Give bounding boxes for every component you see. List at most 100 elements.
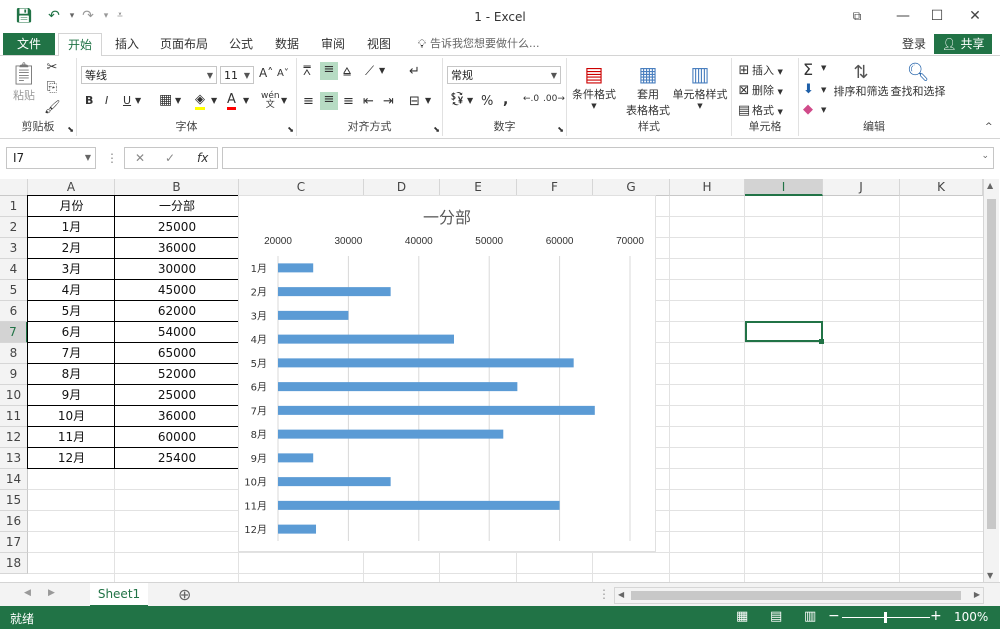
table-cell[interactable]: 36000 [115, 406, 239, 427]
shrink-font-button[interactable]: A˅ [277, 68, 289, 79]
bar-8月[interactable] [278, 429, 504, 439]
share-button[interactable]: 👤︎ 共享 [934, 34, 992, 54]
comma-button[interactable]: , [503, 92, 508, 108]
clear-dropdown-icon[interactable]: ▼ [821, 106, 826, 114]
table-cell[interactable]: 4月 [28, 280, 115, 301]
sign-in-link[interactable]: 登录 [896, 33, 932, 55]
scroll-right-icon[interactable]: ▶ [974, 590, 980, 599]
merge-center-icon[interactable]: ⊟ [409, 94, 420, 109]
tab-file[interactable]: 文件 [3, 33, 55, 55]
row-header-9[interactable]: 9 [0, 364, 28, 385]
autosum-dropdown-icon[interactable]: ▼ [821, 64, 826, 72]
table-cell[interactable]: 36000 [115, 238, 239, 259]
tab-insert[interactable]: 插入 [108, 33, 146, 55]
page-break-view-icon[interactable]: ▥ [804, 609, 816, 624]
bar-2月[interactable] [278, 287, 391, 297]
row-header-5[interactable]: 5 [0, 280, 28, 301]
bar-7月[interactable] [278, 405, 595, 415]
tab-home[interactable]: 开始 [58, 33, 102, 57]
row-header-7[interactable]: 7 [0, 322, 28, 343]
next-sheet-icon[interactable]: ▶ [48, 588, 55, 598]
align-bottom-icon[interactable]: ⩠ [343, 64, 351, 79]
table-cell[interactable]: 9月 [28, 385, 115, 406]
table-cell[interactable]: 5月 [28, 301, 115, 322]
table-cell[interactable]: 10月 [28, 406, 115, 427]
merge-dropdown-icon[interactable]: ▼ [425, 96, 431, 105]
table-cell[interactable]: 25000 [115, 385, 239, 406]
cancel-icon[interactable]: ✕ [135, 148, 145, 168]
table-cell[interactable]: 60000 [115, 427, 239, 448]
maximize-button[interactable]: ☐ [922, 4, 952, 28]
table-cell[interactable]: 6月 [28, 322, 115, 343]
table-cell[interactable]: 25000 [115, 217, 239, 238]
increase-indent-icon[interactable]: ⇥ [383, 94, 394, 109]
zoom-level[interactable]: 100% [954, 610, 988, 624]
table-cell[interactable]: 54000 [115, 322, 239, 343]
row-header-17[interactable]: 17 [0, 532, 28, 553]
fill-color-dropdown-icon[interactable]: ▼ [211, 96, 217, 105]
table-cell[interactable]: 2月 [28, 238, 115, 259]
sheet-tab-sheet1[interactable]: Sheet1 [90, 583, 148, 607]
table-cell[interactable]: 62000 [115, 301, 239, 322]
align-middle-icon[interactable]: ≡ [320, 62, 338, 80]
column-header-A[interactable]: A [28, 179, 115, 196]
borders-icon[interactable]: ▦ [159, 92, 172, 108]
table-cell[interactable]: 25400 [115, 448, 239, 469]
borders-dropdown-icon[interactable]: ▼ [175, 96, 181, 105]
dialog-launcher-icon[interactable]: ⬊ [287, 125, 294, 134]
bar-9月[interactable] [278, 453, 314, 463]
decrease-decimal-icon[interactable]: .00→ [543, 94, 565, 104]
conditional-formatting-button[interactable]: ▤ 条件格式 ▼ [569, 62, 619, 110]
column-header-G[interactable]: G [593, 179, 670, 196]
table-cell[interactable]: 7月 [28, 343, 115, 364]
row-header-10[interactable]: 10 [0, 385, 28, 406]
column-header-H[interactable]: H [670, 179, 745, 196]
row-header-2[interactable]: 2 [0, 217, 28, 238]
table-cell[interactable]: 65000 [115, 343, 239, 364]
font-size-select[interactable]: 11 ▼ [220, 66, 254, 84]
table-cell[interactable]: 52000 [115, 364, 239, 385]
row-header-16[interactable]: 16 [0, 511, 28, 532]
zoom-out-button[interactable]: − [828, 608, 840, 624]
delete-cells-button[interactable]: ⊠ 删除 ▼ [736, 82, 796, 99]
tab-review[interactable]: 审阅 [314, 33, 352, 55]
scroll-up-icon[interactable]: ▲ [987, 181, 993, 190]
insert-cells-button[interactable]: ⊞ 插入 ▼ [736, 62, 796, 79]
italic-button[interactable]: I [105, 94, 108, 107]
table-cell[interactable]: 12月 [28, 448, 115, 469]
scroll-left-icon[interactable]: ◀ [618, 590, 624, 599]
increase-decimal-icon[interactable]: ←.0 [523, 94, 539, 104]
bar-chart[interactable]: 一分部 20000 30000 40000 50000 60000 70000 1月 2月 3月… [238, 195, 656, 552]
row-header-11[interactable]: 11 [0, 406, 28, 427]
orientation-dropdown-icon[interactable]: ▼ [379, 66, 385, 75]
table-cell[interactable]: 45000 [115, 280, 239, 301]
bar-3月[interactable] [278, 310, 349, 320]
phonetic-dropdown-icon[interactable]: ▼ [281, 96, 287, 105]
column-header-F[interactable]: F [517, 179, 593, 196]
number-format-select[interactable]: 常规 ▼ [447, 66, 561, 84]
align-center-icon[interactable]: ≡ [320, 92, 338, 110]
column-header-E[interactable]: E [440, 179, 517, 196]
table-header-cell[interactable]: 月份 [28, 196, 115, 217]
insert-function-button[interactable]: fx [197, 148, 208, 168]
row-header-3[interactable]: 3 [0, 238, 28, 259]
dialog-launcher-icon[interactable]: ⬊ [67, 125, 74, 134]
paste-button[interactable]: 📋︎ 粘贴 [8, 62, 40, 103]
underline-dropdown-icon[interactable]: ▼ [135, 96, 141, 105]
align-top-icon[interactable]: ⩞ [303, 64, 311, 79]
tab-formulas[interactable]: 公式 [222, 33, 260, 55]
page-layout-view-icon[interactable]: ▤ [770, 609, 782, 624]
bold-button[interactable]: B [85, 94, 93, 107]
fill-color-icon[interactable]: ◈ [195, 92, 205, 110]
font-name-select[interactable]: 等线 ▼ [81, 66, 217, 84]
cell-styles-button[interactable]: ▥ 单元格样式 ▼ [671, 62, 729, 110]
table-header-cell[interactable]: 一分部 [115, 196, 239, 217]
row-header-13[interactable]: 13 [0, 448, 28, 469]
new-sheet-button[interactable]: ⊕ [178, 585, 191, 604]
font-color-dropdown-icon[interactable]: ▼ [243, 96, 249, 105]
row-header-15[interactable]: 15 [0, 490, 28, 511]
underline-button[interactable]: U [123, 94, 131, 107]
decrease-indent-icon[interactable]: ⇤ [363, 94, 374, 109]
horizontal-scroll-thumb[interactable] [631, 591, 961, 600]
dialog-launcher-icon[interactable]: ⬊ [433, 125, 440, 134]
